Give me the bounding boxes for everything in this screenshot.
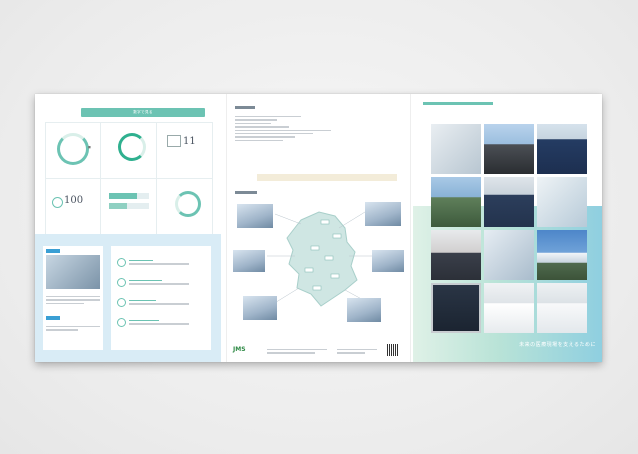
qr-code bbox=[387, 344, 399, 356]
employee-photo bbox=[537, 124, 587, 174]
bar-fill bbox=[109, 203, 127, 209]
office-photo bbox=[365, 202, 401, 226]
stat-card: 100 bbox=[45, 178, 102, 235]
stat-card bbox=[100, 178, 157, 235]
handshake-photo bbox=[431, 124, 481, 174]
calendar-icon bbox=[167, 135, 181, 147]
mountain-photo bbox=[537, 230, 587, 280]
meeting-photo bbox=[431, 230, 481, 280]
step-icon bbox=[117, 258, 126, 267]
card-tag bbox=[46, 316, 60, 320]
step-icon bbox=[117, 278, 126, 287]
office-photo bbox=[233, 250, 265, 272]
left-panel: 数字で見る ■ 11 100 bbox=[35, 94, 221, 362]
office-photo bbox=[372, 250, 404, 272]
notice-bar bbox=[257, 174, 397, 181]
list-card bbox=[111, 246, 211, 350]
brochure-spread: 数字で見る ■ 11 100 JMS 未来の医療現場を支えるために bbox=[35, 94, 602, 362]
section-label bbox=[235, 106, 255, 109]
stat-card bbox=[100, 122, 157, 179]
photo-card bbox=[43, 246, 103, 350]
donut-chart bbox=[118, 133, 146, 161]
nurse-photo bbox=[484, 283, 534, 333]
info-section bbox=[35, 234, 221, 362]
band-title: 数字で見る bbox=[133, 110, 153, 114]
company-logo: JMS bbox=[233, 346, 246, 353]
company-info bbox=[235, 114, 355, 143]
step-icon bbox=[117, 318, 126, 327]
monitor-photo bbox=[431, 283, 481, 333]
office-photo bbox=[347, 298, 381, 322]
medical-device-photo bbox=[537, 177, 587, 227]
tagline: 未来の医療現場を支えるために bbox=[519, 342, 596, 348]
team-photo bbox=[46, 255, 100, 289]
middle-panel: JMS bbox=[226, 94, 411, 362]
staff-photo bbox=[484, 177, 534, 227]
right-panel: 未来の医療現場を支えるために bbox=[413, 94, 602, 362]
office-photo bbox=[237, 204, 273, 228]
section-band: 数字で見る bbox=[81, 108, 205, 117]
stat-value: 100 bbox=[64, 195, 84, 206]
stat-card: 11 bbox=[156, 122, 213, 179]
step-icon bbox=[117, 298, 126, 307]
donut-chart bbox=[175, 191, 201, 217]
backdrop: 数字で見る ■ 11 100 JMS 未来の医療現場を支えるために bbox=[0, 0, 638, 454]
card-tag bbox=[46, 249, 60, 253]
instruments-photo bbox=[484, 230, 534, 280]
stat-card bbox=[156, 178, 213, 235]
castle-photo bbox=[484, 124, 534, 174]
office-photo bbox=[243, 296, 277, 320]
panel-heading bbox=[423, 102, 493, 105]
stat-value: 11 bbox=[183, 136, 196, 147]
donut-chart bbox=[57, 133, 89, 165]
bar-fill bbox=[109, 193, 137, 199]
doctor-photo bbox=[537, 283, 587, 333]
person-icon bbox=[52, 197, 63, 208]
landscape-photo bbox=[431, 177, 481, 227]
location-map bbox=[227, 194, 410, 344]
stat-card: ■ bbox=[45, 122, 102, 179]
